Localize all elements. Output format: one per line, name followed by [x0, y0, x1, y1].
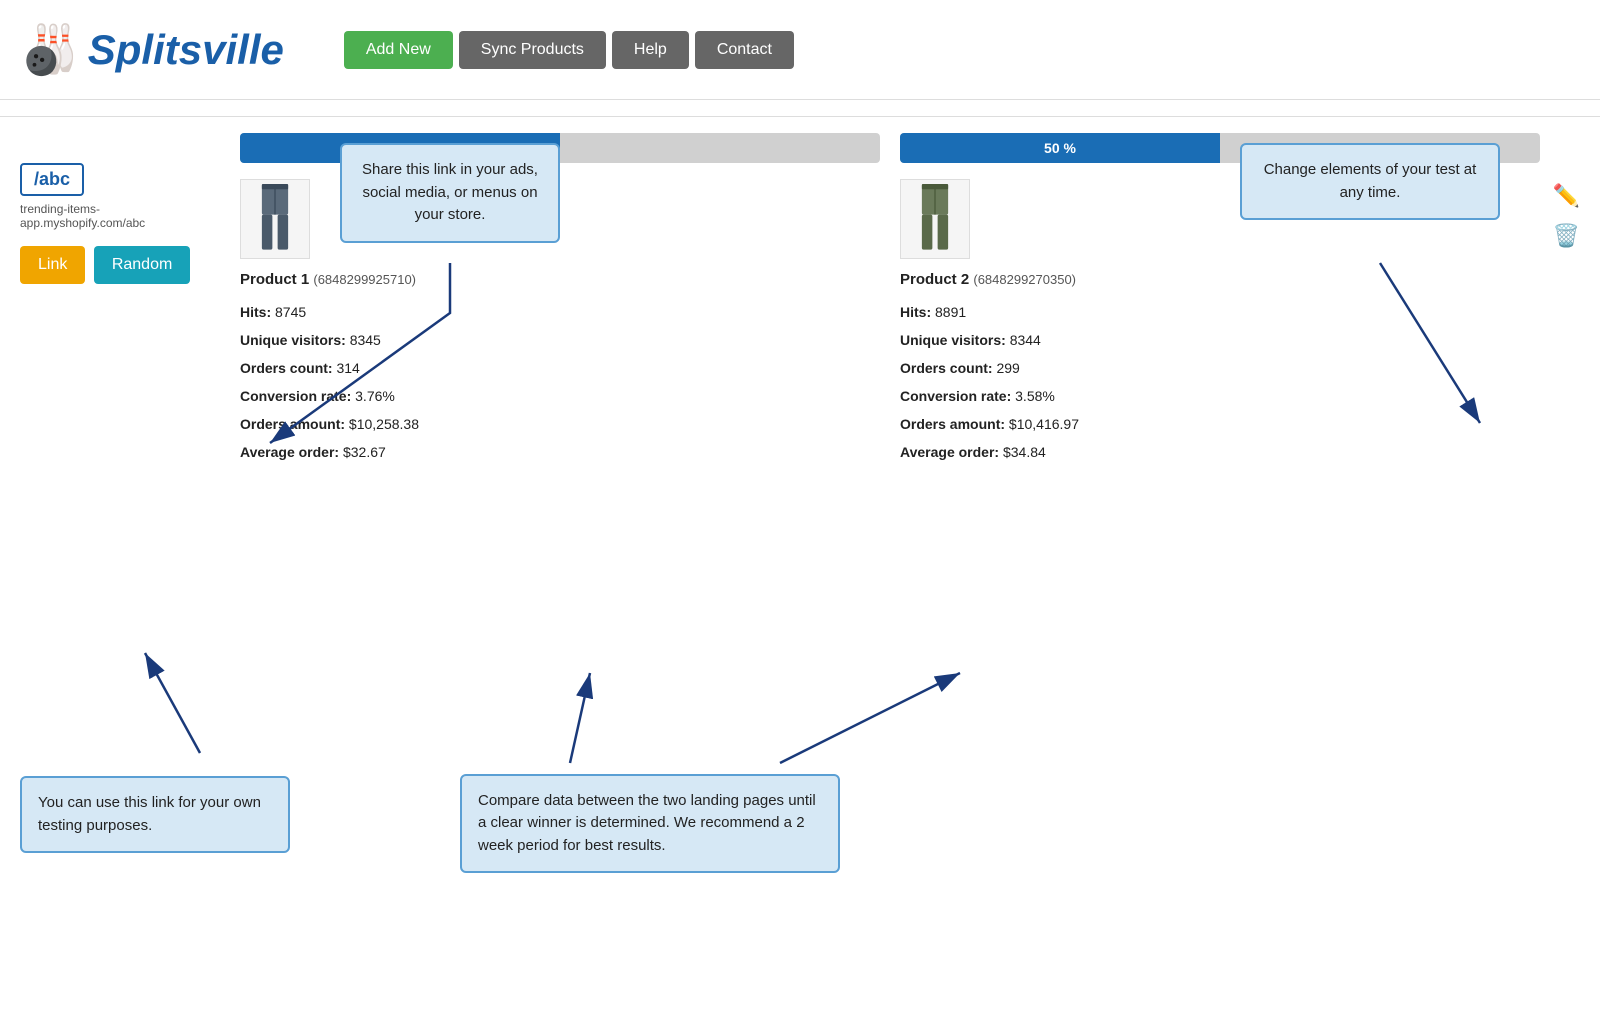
- product-2-progress-fill: 50 %: [900, 133, 1220, 163]
- product-1-jeans-svg: [250, 184, 300, 254]
- right-icons: ✏️ 🗑️: [1553, 183, 1580, 249]
- sync-products-button[interactable]: Sync Products: [459, 31, 606, 69]
- delete-icon[interactable]: 🗑️: [1553, 223, 1580, 249]
- help-button[interactable]: Help: [612, 31, 689, 69]
- contact-button[interactable]: Contact: [695, 31, 794, 69]
- add-new-button[interactable]: Add New: [344, 31, 453, 69]
- nav-buttons: Add New Sync Products Help Contact: [344, 31, 794, 69]
- header-divider: [0, 116, 1600, 117]
- main-content: /abc trending-items-app.myshopify.com/ab…: [0, 133, 1600, 893]
- header: 🎳 Splitsville Add New Sync Products Help…: [0, 0, 1600, 100]
- link-button[interactable]: Link: [20, 246, 85, 284]
- product-1-title: Product 1 (6848299925710): [240, 271, 880, 288]
- logo-text: Splitsville: [88, 26, 284, 74]
- random-button[interactable]: Random: [94, 246, 190, 284]
- callout-share-link: Share this link in your ads, social medi…: [340, 143, 560, 243]
- callout-compare-data: Compare data between the two landing pag…: [460, 774, 840, 874]
- product-2-jeans-svg: [910, 184, 960, 254]
- url-text: trending-items-app.myshopify.com/abc: [20, 202, 220, 230]
- left-panel: /abc trending-items-app.myshopify.com/ab…: [20, 163, 220, 284]
- product-1-stats: Hits: 8745 Unique visitors: 8345 Orders …: [240, 298, 880, 466]
- bowling-icon: 🎳: [20, 21, 80, 78]
- logo-area: 🎳 Splitsville: [20, 21, 284, 78]
- edit-icon[interactable]: ✏️: [1553, 183, 1580, 209]
- callout-testing-link: You can use this link for your own testi…: [20, 776, 290, 853]
- product-1-progress-bar: 50 %: [240, 133, 880, 163]
- product-1-column: 50 % Product 1 (6848299925710) Hits: 874…: [240, 133, 880, 466]
- product-1-image: [240, 179, 310, 259]
- product-2-stats: Hits: 8891 Unique visitors: 8344 Orders …: [900, 298, 1540, 466]
- callout-change-elements: Change elements of your test at any time…: [1240, 143, 1500, 220]
- product-2-title: Product 2 (6848299270350): [900, 271, 1540, 288]
- product-2-image: [900, 179, 970, 259]
- abc-badge: /abc: [20, 163, 84, 196]
